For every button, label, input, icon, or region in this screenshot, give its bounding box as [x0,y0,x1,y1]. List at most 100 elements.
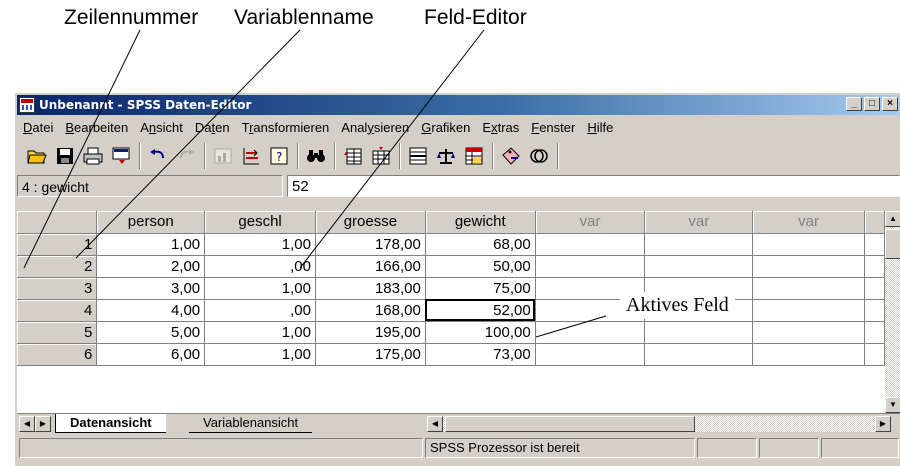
empty-cell[interactable] [752,277,865,300]
value-labels-icon[interactable] [499,144,523,168]
menu-extras[interactable]: Extras [476,120,525,135]
variables-icon[interactable]: ? [267,144,291,168]
split-file-icon[interactable] [406,144,430,168]
find-icon[interactable] [304,144,328,168]
empty-cell[interactable] [644,343,754,366]
minimize-button[interactable]: _ [846,97,862,111]
insert-variable-icon[interactable] [369,144,393,168]
data-cell[interactable]: 166,00 [315,255,426,278]
menu-bearbeiten[interactable]: Bearbeiten [59,120,134,135]
weight-cases-icon[interactable] [434,144,458,168]
empty-cell[interactable] [644,233,754,256]
menu-transformieren[interactable]: Transformieren [236,120,336,135]
menu-daten[interactable]: Daten [189,120,236,135]
print-icon[interactable] [81,144,105,168]
grid-corner[interactable] [17,211,98,234]
horizontal-scroll-thumb[interactable] [445,416,695,432]
row-number[interactable]: 2 [17,255,98,278]
empty-cell[interactable] [864,299,885,322]
data-cell[interactable]: ,00 [204,255,316,278]
column-header[interactable]: geschl [204,211,316,234]
data-cell[interactable]: 178,00 [315,233,426,256]
empty-cell[interactable] [535,321,646,344]
use-sets-icon[interactable] [527,144,551,168]
empty-cell[interactable] [644,255,754,278]
row-number[interactable]: 1 [17,233,98,256]
data-cell[interactable]: 75,00 [425,277,536,300]
data-cell[interactable]: 2,00 [96,255,206,278]
data-cell[interactable]: 183,00 [315,277,426,300]
empty-cell[interactable] [752,255,865,278]
spss-app-icon[interactable] [19,97,35,113]
column-header[interactable]: person [96,211,206,234]
active-cell[interactable]: 52,00 [425,299,536,322]
vertical-scrollbar[interactable]: ▲ ▼ [885,211,900,413]
menu-fenster[interactable]: Fenster [525,120,581,135]
cell-value-editor[interactable]: 52 [287,175,900,197]
empty-cell[interactable] [752,321,865,344]
data-cell[interactable]: 68,00 [425,233,536,256]
select-cases-icon[interactable] [462,144,486,168]
data-cell[interactable]: 1,00 [204,233,316,256]
tab-variable-view[interactable]: Variablenansicht [189,414,313,433]
horizontal-scrollbar[interactable]: ◀ ▶ [427,416,891,432]
data-cell[interactable]: 5,00 [96,321,206,344]
undo-icon[interactable] [146,144,170,168]
data-cell[interactable]: 1,00 [96,233,206,256]
data-cell[interactable]: 6,00 [96,343,206,366]
menu-analysieren[interactable]: Analysieren [335,120,415,135]
tab-next-icon[interactable]: ▶ [35,416,51,432]
empty-cell[interactable] [752,299,865,322]
empty-cell[interactable] [864,233,885,256]
tab-prev-icon[interactable]: ◀ [19,416,35,432]
column-header-empty[interactable]: var [752,211,865,234]
data-cell[interactable]: ,00 [204,299,316,322]
vertical-scroll-thumb[interactable] [885,229,900,259]
menu-hilfe[interactable]: Hilfe [581,120,619,135]
scroll-down-icon[interactable]: ▼ [885,397,900,413]
save-icon[interactable] [53,144,77,168]
redo-icon[interactable] [174,144,198,168]
row-number[interactable]: 6 [17,343,98,366]
menu-ansicht[interactable]: Ansicht [134,120,189,135]
data-cell[interactable]: 50,00 [425,255,536,278]
empty-cell[interactable] [864,255,885,278]
data-cell[interactable]: 175,00 [315,343,426,366]
empty-cell[interactable] [864,277,885,300]
goto-case-icon[interactable] [239,144,263,168]
data-cell[interactable]: 3,00 [96,277,206,300]
open-icon[interactable] [25,144,49,168]
title-bar[interactable]: Unbenannt - SPSS Daten-Editor _ □ × [17,95,900,115]
row-number[interactable]: 3 [17,277,98,300]
data-cell[interactable]: 195,00 [315,321,426,344]
column-header-empty[interactable] [864,211,885,234]
dialog-recall-icon[interactable] [109,144,133,168]
menu-grafiken[interactable]: Grafiken [415,120,476,135]
empty-cell[interactable] [535,233,646,256]
scroll-left-icon[interactable]: ◀ [427,416,443,432]
empty-cell[interactable] [864,343,885,366]
data-cell[interactable]: 1,00 [204,343,316,366]
goto-chart-icon[interactable] [211,144,235,168]
column-header-empty[interactable]: var [644,211,754,234]
tab-data-view[interactable]: Datenansicht [55,414,166,433]
empty-cell[interactable] [535,255,646,278]
column-header[interactable]: gewicht [425,211,536,234]
column-header[interactable]: groesse [315,211,426,234]
column-header-empty[interactable]: var [535,211,646,234]
row-number[interactable]: 5 [17,321,98,344]
row-number[interactable]: 4 [17,299,98,322]
scroll-right-icon[interactable]: ▶ [875,416,891,432]
empty-cell[interactable] [752,343,865,366]
empty-cell[interactable] [864,321,885,344]
menu-datei[interactable]: Datei [17,120,59,135]
scroll-up-icon[interactable]: ▲ [885,211,900,227]
data-cell[interactable]: 1,00 [204,321,316,344]
data-cell[interactable]: 73,00 [425,343,536,366]
data-cell[interactable]: 100,00 [425,321,536,344]
empty-cell[interactable] [644,321,754,344]
insert-cases-icon[interactable] [341,144,365,168]
data-cell[interactable]: 168,00 [315,299,426,322]
data-cell[interactable]: 1,00 [204,277,316,300]
empty-cell[interactable] [752,233,865,256]
